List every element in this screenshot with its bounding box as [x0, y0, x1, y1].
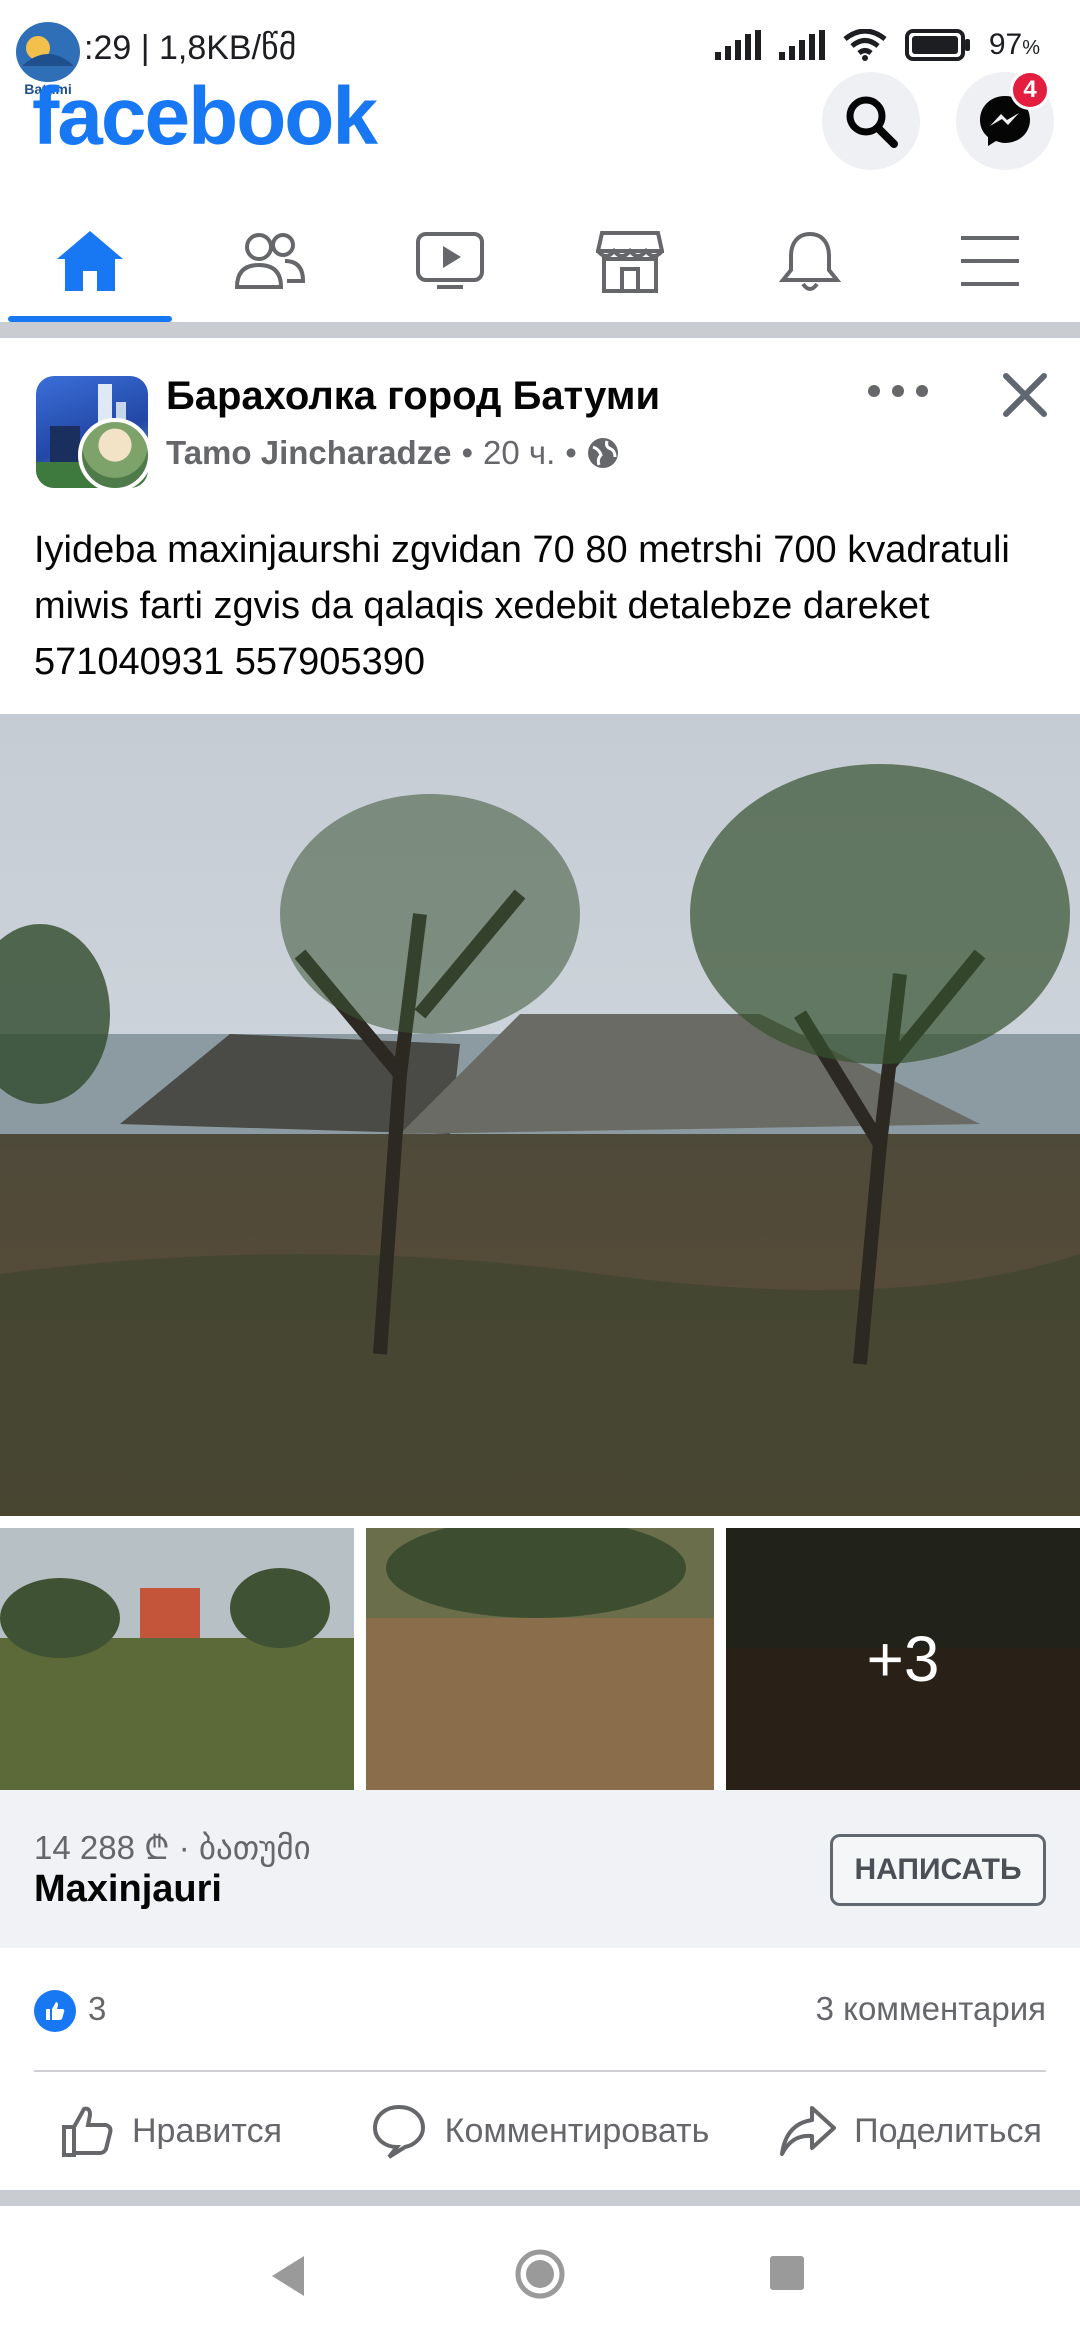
main-tab-bar: [0, 200, 1080, 322]
comment-count[interactable]: 3 комментария: [816, 1990, 1046, 2028]
search-icon: [846, 96, 898, 148]
signal-icon: [714, 30, 761, 60]
status-icons: 97%: [714, 28, 1040, 62]
author-avatar[interactable]: [78, 418, 152, 492]
share-button-label: Поделиться: [854, 2111, 1042, 2150]
bell-icon: [779, 231, 841, 291]
dot-icon: [916, 385, 928, 397]
back-icon[interactable]: [268, 2254, 308, 2298]
tab-home[interactable]: [0, 200, 180, 322]
reactions-summary[interactable]: 3 3 комментария: [0, 1948, 1080, 2070]
signal-icon-2: [778, 30, 825, 60]
tab-menu[interactable]: [900, 200, 1080, 322]
messenger-badge: 4: [1010, 70, 1050, 110]
post-actions: Нравится Комментировать Поделиться: [0, 2072, 1080, 2190]
tab-notifications[interactable]: [720, 200, 900, 322]
video-icon: [416, 232, 484, 289]
more-photos-count: +3: [726, 1528, 1080, 1790]
comment-button-label: Комментировать: [444, 2111, 710, 2150]
like-button-label: Нравится: [131, 2111, 283, 2150]
post-meta: Tamo Jincharadze • 20 ч. •: [166, 434, 619, 472]
search-button[interactable]: [822, 72, 920, 170]
tab-watch[interactable]: [360, 200, 540, 322]
tab-marketplace[interactable]: [540, 200, 720, 322]
recent-apps-icon[interactable]: [770, 2256, 804, 2290]
thumbnail-photo[interactable]: [366, 1528, 714, 1790]
store-icon: [596, 231, 664, 293]
listing-price-location: 14 288 ₾ · ბათუმი: [34, 1829, 311, 1866]
close-icon: [1003, 373, 1047, 417]
dot-icon: [868, 385, 880, 397]
tab-friends[interactable]: [180, 200, 360, 322]
like-count[interactable]: 3: [88, 1990, 106, 2028]
android-nav-bar: [0, 2206, 1080, 2340]
menu-icon: [961, 236, 1019, 286]
thumbnail-photo[interactable]: [0, 1528, 354, 1790]
write-message-button[interactable]: НАПИСАТЬ: [830, 1834, 1046, 1906]
comment-button[interactable]: Комментировать: [340, 2072, 740, 2190]
home-icon: [57, 231, 123, 291]
globe-icon: [587, 438, 618, 468]
listing-info: 14 288 ₾ · ბათუმი Maxinjauri НАПИСАТЬ: [0, 1790, 1080, 1948]
meta-separator: •: [461, 434, 474, 471]
group-name[interactable]: Барахолка город Батуми: [166, 374, 660, 419]
like-button[interactable]: Нравится: [0, 2072, 340, 2190]
like-reaction-icon: [34, 1990, 76, 2032]
meta-separator: •: [565, 434, 577, 471]
post-time[interactable]: 20 ч.: [483, 434, 555, 472]
battery-level: 97%: [988, 28, 1040, 61]
comment-icon: [372, 2104, 425, 2159]
share-icon: [780, 2106, 837, 2156]
friends-icon: [234, 233, 306, 289]
share-button[interactable]: Поделиться: [740, 2072, 1080, 2190]
facebook-logo[interactable]: facebook: [32, 70, 378, 164]
thumbs-up-icon: [61, 2106, 113, 2157]
main-photo[interactable]: [0, 714, 1080, 1516]
dot-icon: [892, 385, 904, 397]
feed-separator-bottom: [0, 2190, 1080, 2206]
hide-post-button[interactable]: [998, 368, 1052, 422]
listing-title[interactable]: Maxinjauri: [34, 1868, 222, 1911]
messenger-button[interactable]: 4: [956, 70, 1054, 170]
author-name[interactable]: Tamo Jincharadze: [166, 434, 451, 472]
post-text: Iyideba maxinjaurshi zgvidan 70 80 metrs…: [34, 529, 1010, 683]
thumbnail-photo-more[interactable]: +3: [726, 1528, 1080, 1790]
photo-thumbnails: +3: [0, 1528, 1080, 1790]
status-bar: Batumi :29 | 1,8KB/წმ 97%: [0, 0, 1080, 97]
battery-icon: [904, 29, 970, 61]
home-circle-icon[interactable]: [514, 2248, 566, 2300]
more-options-button[interactable]: [868, 376, 928, 406]
feed-separator: [0, 322, 1080, 338]
wifi-icon: [843, 29, 887, 61]
status-time: :29 | 1,8KB/წმ: [84, 29, 297, 67]
